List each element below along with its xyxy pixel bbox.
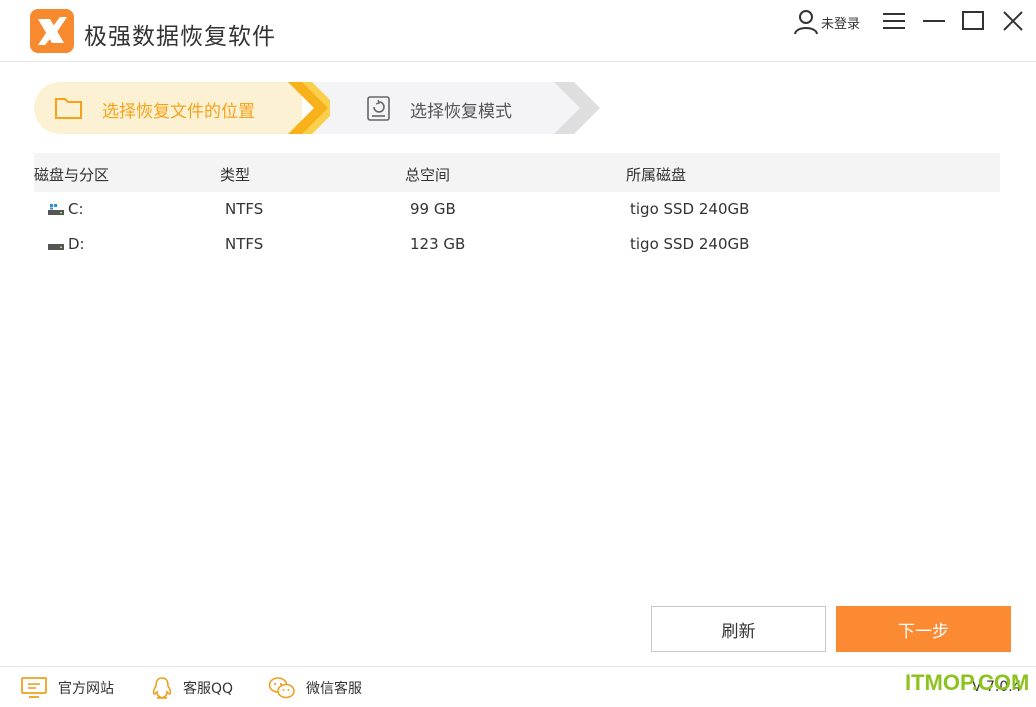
official-website-link[interactable]: 官方网站 [20, 677, 114, 699]
watermark-text: ITMOP.COM [905, 670, 1030, 695]
step-indicator: 选择恢复文件的位置 选择恢复模式 [34, 82, 604, 134]
menu-icon [883, 13, 905, 29]
drive-icon [48, 244, 64, 250]
footer-bar: 官方网站 客服QQ 微信客服 V 7.0.4 ITMOP.COM [0, 666, 1036, 707]
app-title: 极强数据恢复软件 [84, 24, 276, 50]
system-drive-icon [48, 204, 64, 215]
column-header-size: 总空间 [405, 166, 451, 184]
column-header-disk: 所属磁盘 [626, 166, 687, 184]
customer-service-qq-label: 客服QQ [183, 681, 234, 697]
table-header: 磁盘与分区 类型 总空间 所属磁盘 [34, 153, 1000, 192]
partition-name: C: [68, 200, 84, 218]
wechat-service-link[interactable]: 微信客服 [268, 677, 362, 699]
partition-disk: tigo SSD 240GB [630, 235, 750, 253]
user-icon [794, 10, 818, 35]
close-icon [1003, 11, 1023, 31]
customer-service-qq-link[interactable]: 客服QQ [151, 677, 233, 699]
partition-size: 123 GB [410, 235, 466, 253]
app-logo-icon [30, 9, 74, 53]
maximize-button[interactable] [960, 8, 986, 34]
partition-type: NTFS [225, 235, 264, 253]
column-header-type: 类型 [220, 166, 251, 184]
user-label: 未登录 [821, 16, 861, 32]
close-button[interactable] [1000, 8, 1026, 34]
menu-button[interactable] [881, 8, 907, 34]
wechat-icon [268, 677, 295, 699]
step-label-mode: 选择恢复模式 [410, 102, 512, 122]
partition-size: 99 GB [410, 200, 456, 218]
refresh-button[interactable]: 刷新 [651, 606, 826, 652]
disk-restore-icon [367, 96, 390, 121]
table-row[interactable]: C: NTFS 99 GB tigo SSD 240GB [34, 192, 1000, 227]
table-row[interactable]: D: NTFS 123 GB tigo SSD 240GB [34, 227, 1000, 262]
column-header-partition: 磁盘与分区 [34, 166, 110, 184]
title-bar: 极强数据恢复软件 未登录 [0, 0, 1036, 62]
wechat-service-label: 微信客服 [306, 681, 362, 697]
partition-disk: tigo SSD 240GB [630, 200, 750, 218]
minimize-icon [923, 20, 945, 22]
partition-table: 磁盘与分区 类型 总空间 所属磁盘 C: NTFS 99 GB tigo SSD… [34, 153, 1000, 262]
monitor-icon [21, 677, 47, 698]
partition-type: NTFS [225, 200, 264, 218]
minimize-button[interactable] [921, 8, 947, 34]
partition-name: D: [68, 235, 85, 253]
login-button[interactable]: 未登录 [793, 8, 860, 36]
maximize-icon [962, 11, 984, 30]
official-website-label: 官方网站 [58, 681, 114, 697]
qq-icon [152, 677, 172, 699]
step-label-location: 选择恢复文件的位置 [102, 102, 255, 122]
next-step-button[interactable]: 下一步 [836, 606, 1011, 652]
folder-icon [55, 98, 82, 119]
